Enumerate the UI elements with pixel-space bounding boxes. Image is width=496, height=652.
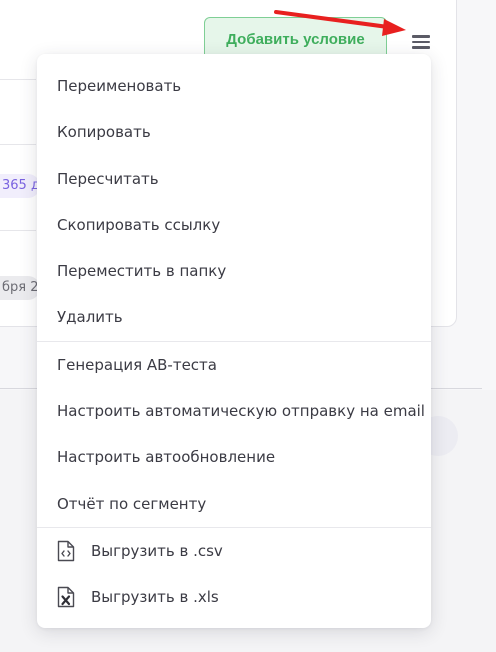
menu-item-label: Удалить <box>57 308 123 326</box>
hamburger-menu-icon[interactable] <box>409 30 433 54</box>
menu-item-label: Пересчитать <box>57 170 159 188</box>
menu-item-label: Генерация AB-теста <box>57 356 217 374</box>
row-divider <box>0 230 36 231</box>
menu-item-label: Настроить автоматическую отправку на ema… <box>57 402 425 420</box>
menu-item-label: Отчёт по сегменту <box>57 495 207 513</box>
menu-item-label: Копировать <box>57 123 151 141</box>
date-chip: бря 20 <box>0 276 40 300</box>
menu-item-label: Скопировать ссылку <box>57 216 221 234</box>
menu-item-label: Выгрузить в .csv <box>91 542 223 560</box>
menu-bar <box>412 46 430 49</box>
actions-dropdown-menu: Переименовать Копировать Пересчитать Ско… <box>37 54 431 628</box>
xls-file-icon <box>57 586 75 608</box>
menu-item-label: Переместить в папку <box>57 262 227 280</box>
menu-item-label: Переименовать <box>57 77 182 95</box>
menu-item-copy-link[interactable]: Скопировать ссылку <box>37 202 431 248</box>
menu-item-rename[interactable]: Переименовать <box>37 63 431 109</box>
row-divider <box>0 144 36 145</box>
menu-bar <box>412 40 430 44</box>
menu-item-recalculate[interactable]: Пересчитать <box>37 156 431 202</box>
menu-item-delete[interactable]: Удалить <box>37 294 431 340</box>
period-chip: 365 д <box>0 174 40 198</box>
menu-item-auto-update[interactable]: Настроить автообновление <box>37 434 431 480</box>
menu-item-move-to-folder[interactable]: Переместить в папку <box>37 248 431 294</box>
menu-item-segment-report[interactable]: Отчёт по сегменту <box>37 481 431 527</box>
menu-item-copy[interactable]: Копировать <box>37 109 431 155</box>
menu-item-label: Выгрузить в .xls <box>91 588 219 606</box>
menu-bar <box>412 35 430 38</box>
menu-item-email-schedule[interactable]: Настроить автоматическую отправку на ema… <box>37 388 431 434</box>
menu-item-export-xls[interactable]: Выгрузить в .xls <box>37 574 431 620</box>
csv-file-icon <box>57 540 75 562</box>
menu-item-label: Настроить автообновление <box>57 448 276 466</box>
row-divider <box>0 79 36 80</box>
menu-item-export-csv[interactable]: Выгрузить в .csv <box>37 528 431 574</box>
menu-item-ab-test[interactable]: Генерация AB-теста <box>37 342 431 388</box>
